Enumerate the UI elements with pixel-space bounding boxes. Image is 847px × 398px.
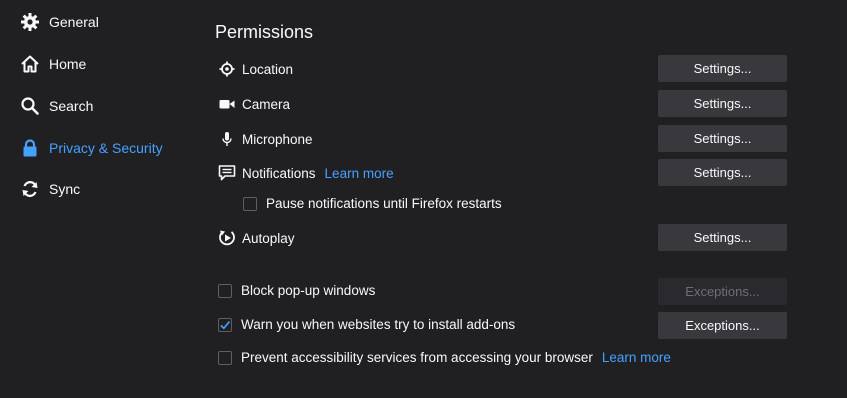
block-popups-checkbox[interactable] [218, 283, 232, 298]
autoplay-settings-button[interactable]: Settings... [658, 224, 787, 251]
permission-label: Location [242, 61, 294, 77]
warn-addons-checkbox[interactable] [218, 317, 232, 332]
checkmark-icon [220, 320, 231, 330]
permission-microphone: Microphone [218, 128, 313, 150]
prevent-accessibility-row: Prevent accessibility services from acce… [218, 350, 671, 365]
addons-exceptions-button[interactable]: Exceptions... [658, 312, 787, 339]
block-popups-row: Block pop-up windows [218, 283, 375, 298]
permission-label: Notifications [242, 165, 316, 181]
microphone-settings-button[interactable]: Settings... [658, 125, 787, 152]
camera-settings-button[interactable]: Settings... [658, 90, 787, 117]
permissions-heading: Permissions [215, 22, 314, 42]
block-popups-label: Block pop-up windows [241, 283, 376, 298]
microphone-icon [218, 130, 236, 148]
permission-label: Camera [242, 96, 291, 112]
pause-notifications-row: Pause notifications until Firefox restar… [243, 196, 502, 211]
permission-autoplay: Autoplay [218, 227, 295, 249]
popup-exceptions-button: Exceptions... [658, 278, 787, 305]
accessibility-learn-more-link[interactable]: Learn more [602, 350, 671, 365]
notifications-learn-more-link[interactable]: Learn more [325, 166, 394, 181]
prevent-accessibility-label: Prevent accessibility services from acce… [241, 350, 593, 365]
warn-addons-label: Warn you when websites try to install ad… [241, 317, 516, 332]
location-settings-button[interactable]: Settings... [658, 55, 787, 82]
notifications-icon [218, 164, 236, 182]
warn-addons-row: Warn you when websites try to install ad… [218, 317, 515, 332]
pause-notifications-checkbox[interactable] [243, 196, 257, 211]
pause-notifications-label: Pause notifications until Firefox restar… [266, 196, 502, 211]
notifications-settings-button[interactable]: Settings... [658, 159, 787, 186]
permission-label: Microphone [242, 131, 313, 147]
camera-icon [218, 95, 236, 113]
permission-location: Location [218, 58, 293, 80]
permission-camera: Camera [218, 93, 290, 115]
prevent-accessibility-checkbox[interactable] [218, 350, 232, 365]
location-icon [218, 60, 236, 78]
permission-label: Autoplay [242, 230, 295, 246]
autoplay-icon [218, 229, 236, 247]
permission-notifications: Notifications Learn more [218, 162, 394, 184]
permissions-section: Permissions Location Settings... Camera … [0, 0, 847, 398]
